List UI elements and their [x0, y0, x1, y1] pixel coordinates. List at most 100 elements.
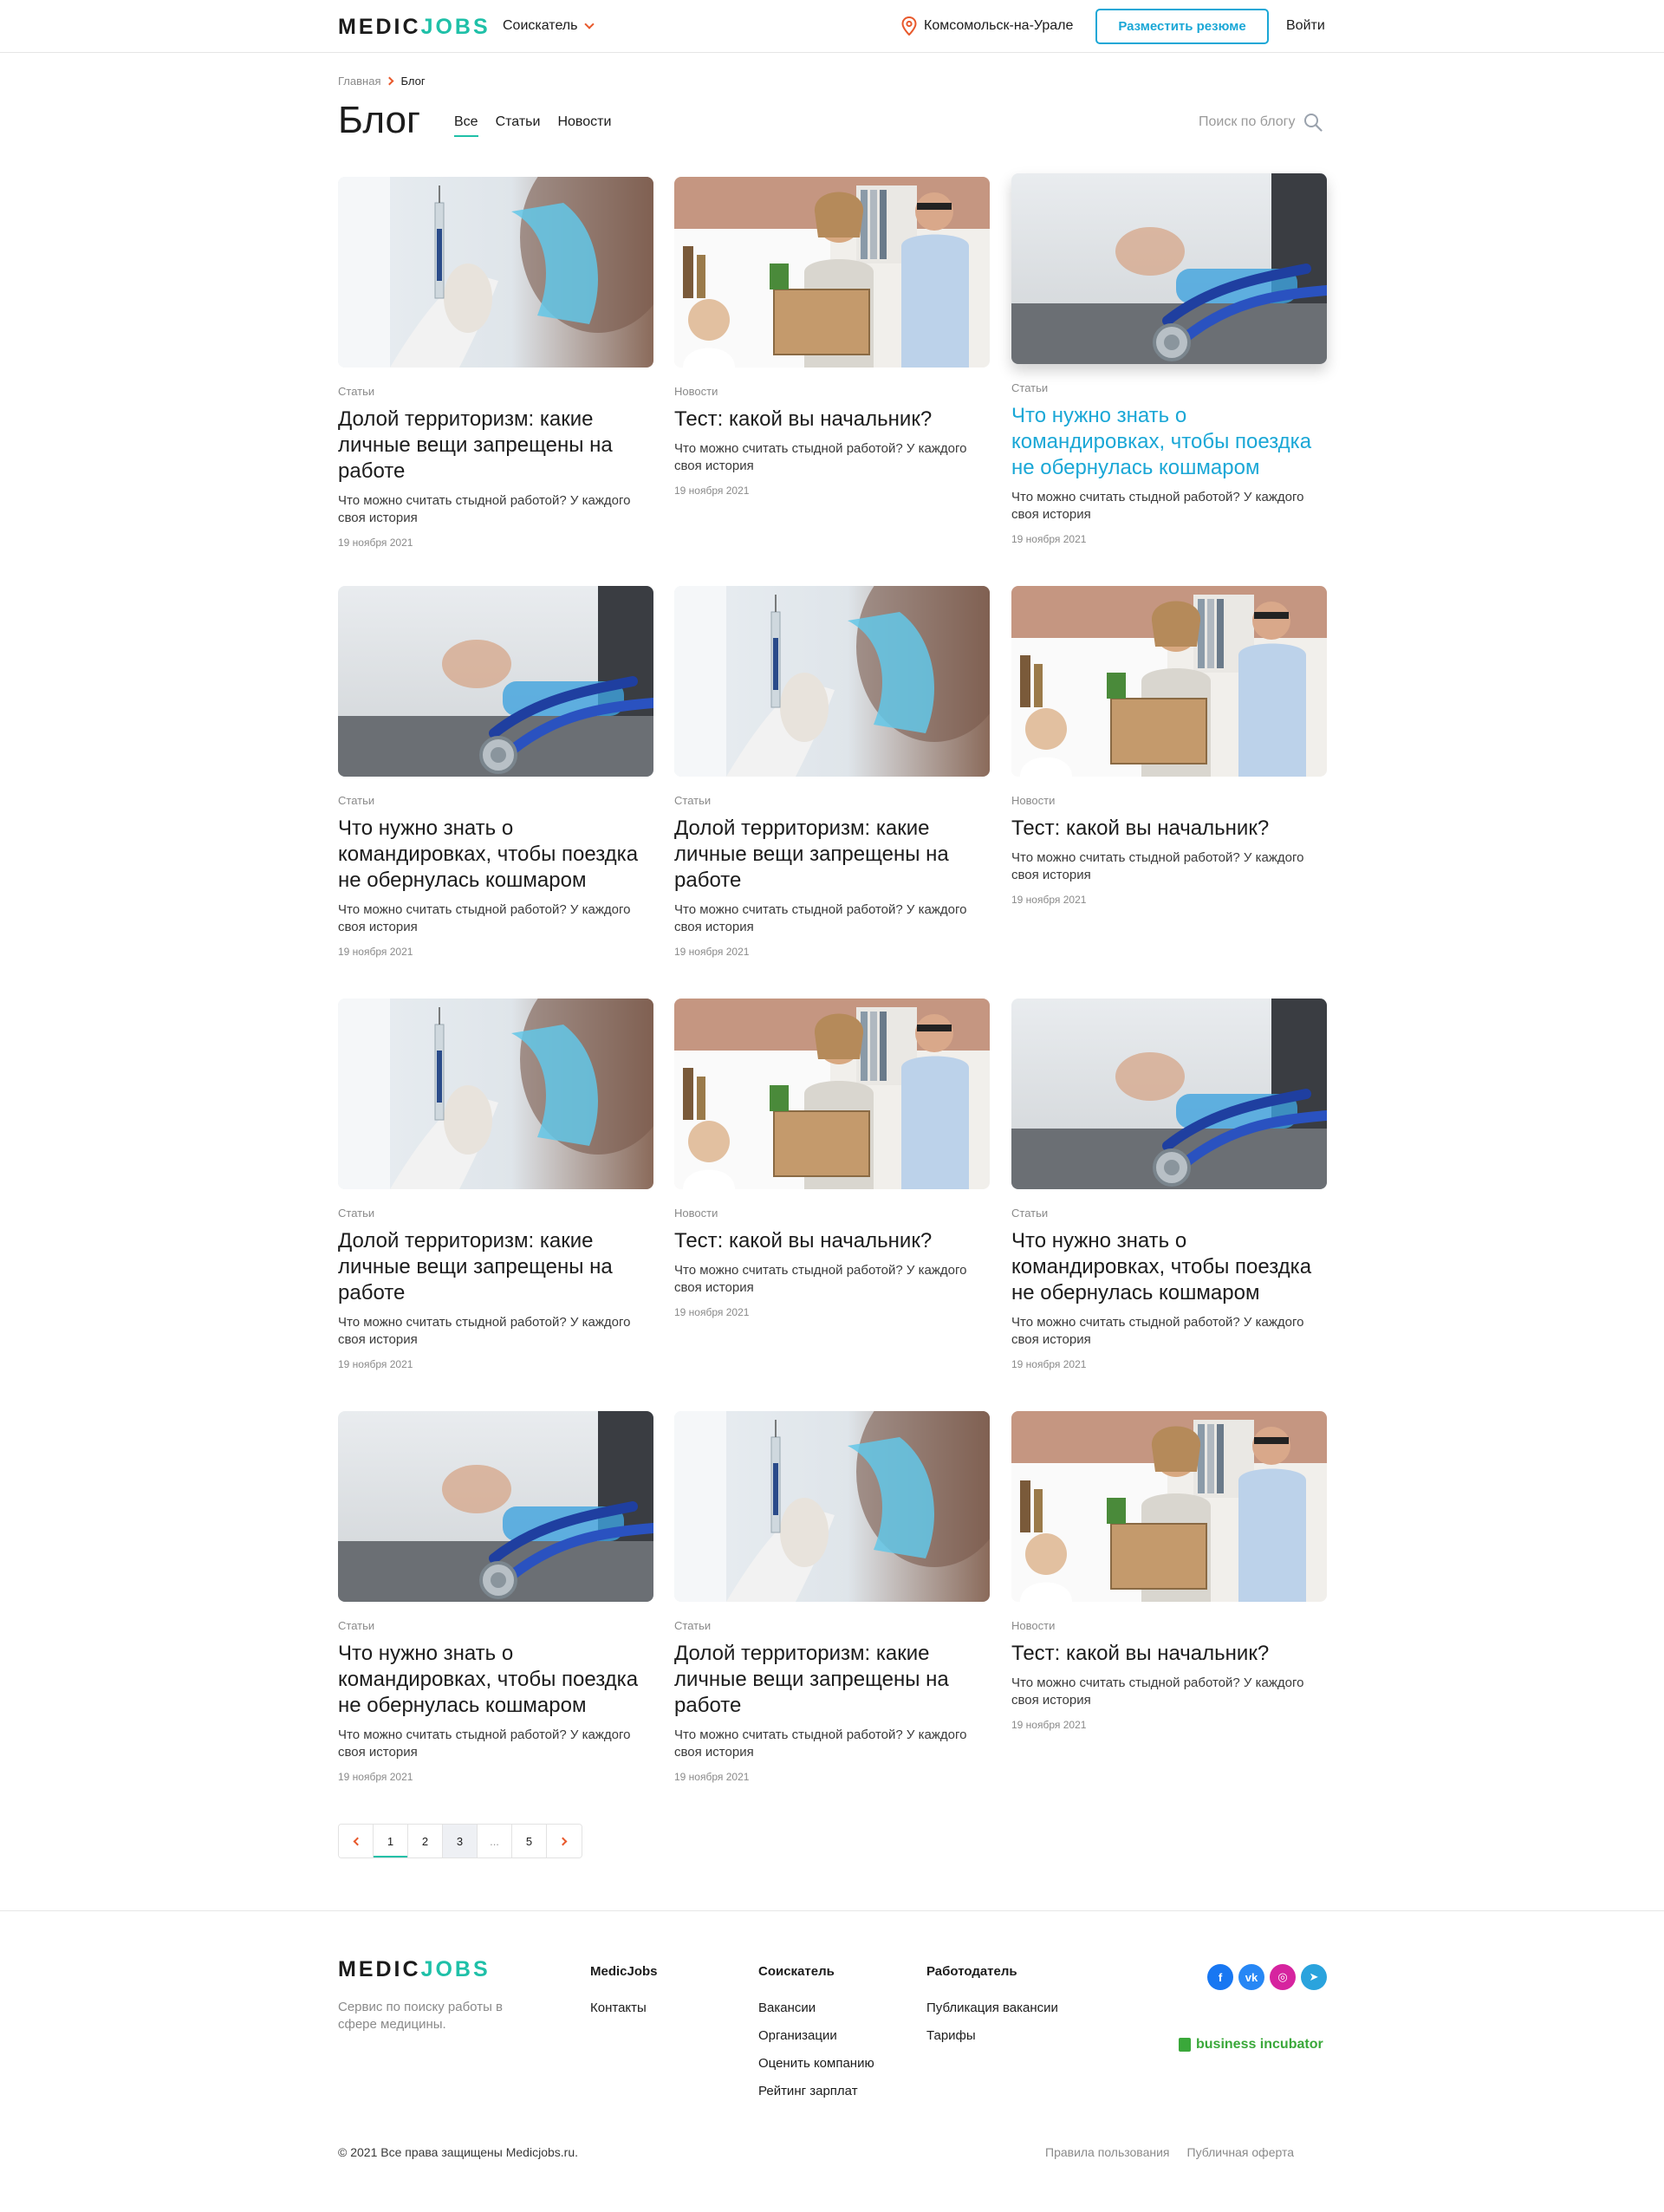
article-date: 19 ноября 2021: [338, 1771, 413, 1783]
instagram-icon[interactable]: ◎: [1270, 1964, 1296, 1990]
search-placeholder: Поиск по блогу: [1199, 114, 1296, 129]
footer-link[interactable]: Тарифы: [926, 2027, 1058, 2044]
pagination-page[interactable]: 1: [374, 1825, 408, 1857]
footer-link[interactable]: Оценить компанию: [758, 2055, 874, 2072]
article-thumbnail[interactable]: [674, 1411, 990, 1602]
city-selector[interactable]: Комсомольск-на-Урале: [901, 16, 1073, 36]
pagination-page[interactable]: 2: [408, 1825, 443, 1857]
pagination-next[interactable]: [547, 1825, 582, 1857]
article-date: 19 ноября 2021: [1011, 1719, 1087, 1731]
article-thumbnail[interactable]: [674, 177, 990, 368]
footer-link[interactable]: Организации: [758, 2027, 874, 2044]
article-category[interactable]: Новости: [1011, 1619, 1327, 1632]
article-category[interactable]: Статьи: [1011, 381, 1327, 394]
article-thumbnail[interactable]: [338, 586, 653, 777]
article-title[interactable]: Что нужно знать о командировках, чтобы п…: [338, 816, 653, 894]
article-thumbnail[interactable]: [674, 999, 990, 1189]
article-title[interactable]: Долой территоризм: какие личные вещи зап…: [674, 1641, 990, 1719]
article-card[interactable]: Новости Тест: какой вы начальник? Что можн…: [674, 999, 990, 1318]
article-card[interactable]: Статьи Долой территоризм: какие личные ве…: [338, 999, 653, 1370]
pagination-page[interactable]: 3: [443, 1825, 478, 1857]
pagination-ellipsis: ...: [478, 1825, 512, 1857]
article-category[interactable]: Статьи: [338, 385, 653, 398]
article-title[interactable]: Долой территоризм: какие личные вещи зап…: [674, 816, 990, 894]
article-category[interactable]: Статьи: [674, 1619, 990, 1632]
article-thumbnail[interactable]: [674, 586, 990, 777]
article-date: 19 ноября 2021: [1011, 533, 1087, 545]
article-card[interactable]: Статьи Долой территоризм: какие личные ве…: [338, 177, 653, 549]
article-title[interactable]: Тест: какой вы начальник?: [1011, 1641, 1327, 1667]
article-card[interactable]: Новости Тест: какой вы начальник? Что можн…: [1011, 1411, 1327, 1731]
article-date: 19 ноября 2021: [338, 1358, 413, 1370]
footer-link[interactable]: Контакты: [590, 2000, 658, 2016]
article-thumbnail[interactable]: [338, 999, 653, 1189]
article-category[interactable]: Статьи: [674, 794, 990, 807]
footer-logo[interactable]: MEDICJOBS: [338, 1957, 491, 1982]
article-title[interactable]: Что нужно знать о командировках, чтобы п…: [338, 1641, 653, 1719]
article-thumbnail[interactable]: [1011, 586, 1327, 777]
article-category[interactable]: Новости: [674, 385, 990, 398]
legal-links: Правила пользования Публичная оферта: [1045, 2145, 1294, 2159]
breadcrumb-home[interactable]: Главная: [338, 75, 380, 88]
stethoscope-photo: [338, 1411, 653, 1602]
article-date: 19 ноября 2021: [1011, 894, 1087, 906]
article-card[interactable]: Статьи Долой территоризм: какие личные ве…: [674, 586, 990, 958]
article-card[interactable]: Статьи Что нужно знать о командировках, ч…: [1011, 999, 1327, 1370]
syringe-photo: [338, 999, 653, 1189]
article-description: Что можно считать стыдной работой? У каж…: [674, 902, 967, 934]
article-date: 19 ноября 2021: [674, 1306, 750, 1318]
article-card[interactable]: Статьи Долой территоризм: какие личные ве…: [674, 1411, 990, 1783]
article-thumbnail[interactable]: [338, 1411, 653, 1602]
tab-news[interactable]: Новости: [557, 114, 611, 137]
article-thumbnail[interactable]: [1011, 999, 1327, 1189]
article-title[interactable]: Долой территоризм: какие личные вещи зап…: [338, 1228, 653, 1306]
site-logo[interactable]: MEDICJOBS: [338, 15, 491, 40]
article-card[interactable]: Статьи Что нужно знать о командировках, ч…: [1011, 173, 1327, 545]
business-incubator-badge[interactable]: business incubator: [1179, 2037, 1323, 2053]
footer-link[interactable]: Вакансии: [758, 2000, 874, 2016]
article-card[interactable]: Новости Тест: какой вы начальник? Что можн…: [1011, 586, 1327, 906]
offer-link[interactable]: Публичная оферта: [1187, 2145, 1295, 2159]
article-title[interactable]: Тест: какой вы начальник?: [674, 407, 990, 433]
article-title[interactable]: Что нужно знать о командировках, чтобы п…: [1011, 403, 1327, 481]
stethoscope-photo: [1011, 173, 1327, 364]
terms-link[interactable]: Правила пользования: [1045, 2145, 1170, 2159]
article-title[interactable]: Тест: какой вы начальник?: [1011, 816, 1327, 842]
article-thumbnail[interactable]: [1011, 1411, 1327, 1602]
blog-search[interactable]: Поиск по блогу: [1199, 113, 1323, 132]
vk-icon[interactable]: vk: [1238, 1964, 1264, 1990]
chevron-right-icon: [558, 1837, 568, 1845]
article-category[interactable]: Новости: [674, 1207, 990, 1220]
post-resume-button[interactable]: Разместить резюме: [1095, 9, 1269, 44]
article-category[interactable]: Статьи: [1011, 1207, 1327, 1220]
article-thumbnail[interactable]: [338, 177, 653, 368]
footer-heading: Соискатель: [758, 1964, 835, 1979]
article-category[interactable]: Статьи: [338, 1619, 653, 1632]
tab-all[interactable]: Все: [454, 114, 478, 137]
article-description: Что можно считать стыдной работой? У каж…: [338, 1727, 631, 1760]
article-card[interactable]: Статьи Что нужно знать о командировках, ч…: [338, 1411, 653, 1783]
footer-link[interactable]: Публикация вакансии: [926, 2000, 1058, 2016]
footer-heading: Работодатель: [926, 1964, 1017, 1979]
article-category[interactable]: Статьи: [338, 1207, 653, 1220]
facebook-icon[interactable]: f: [1207, 1964, 1233, 1990]
pagination-prev[interactable]: [339, 1825, 374, 1857]
article-card[interactable]: Статьи Что нужно знать о командировках, ч…: [338, 586, 653, 958]
article-category[interactable]: Новости: [1011, 794, 1327, 807]
role-dropdown[interactable]: Соискатель: [503, 18, 595, 34]
login-link[interactable]: Войти: [1286, 18, 1325, 34]
article-card[interactable]: Новости Тест: какой вы начальник? Что можн…: [674, 177, 990, 497]
article-title[interactable]: Что нужно знать о командировках, чтобы п…: [1011, 1228, 1327, 1306]
article-thumbnail[interactable]: [1011, 173, 1327, 364]
article-title[interactable]: Долой территоризм: какие личные вещи зап…: [338, 407, 653, 485]
telegram-icon[interactable]: ➤: [1301, 1964, 1327, 1990]
article-category[interactable]: Статьи: [338, 794, 653, 807]
pagination: 1 2 3 ... 5: [338, 1824, 582, 1858]
pagination-page[interactable]: 5: [512, 1825, 547, 1857]
search-icon[interactable]: [1303, 113, 1323, 132]
footer-heading: MedicJobs: [590, 1964, 658, 1979]
article-description: Что можно считать стыдной работой? У каж…: [674, 1263, 967, 1295]
article-title[interactable]: Тест: какой вы начальник?: [674, 1228, 990, 1254]
tab-articles[interactable]: Статьи: [496, 114, 541, 137]
footer-link[interactable]: Рейтинг зарплат: [758, 2083, 874, 2099]
